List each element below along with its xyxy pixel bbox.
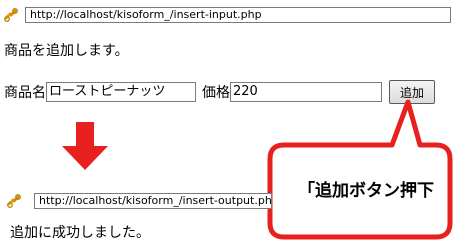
top-address-bar: http://localhost/kisoform_/insert-input.…	[3, 6, 451, 24]
url-input[interactable]: http://localhost/kisoform_/insert-output…	[34, 193, 272, 209]
input-page-message: 商品を追加します。	[4, 43, 129, 59]
product-name-input[interactable]: ローストピーナッツ	[46, 82, 196, 102]
product-name-label: 商品名	[4, 85, 46, 101]
bottom-address-bar: http://localhost/kisoform_/insert-output…	[6, 192, 272, 210]
callout-balloon	[267, 99, 453, 240]
link-icon	[3, 7, 19, 23]
price-label: 価格	[202, 85, 230, 101]
callout-text: 「追加ボタン押下	[298, 181, 434, 201]
link-icon	[6, 193, 22, 209]
url-input[interactable]: http://localhost/kisoform_/insert-input.…	[25, 7, 451, 23]
output-page-message: 追加に成功しました。	[10, 225, 150, 241]
down-arrow-icon	[62, 122, 108, 170]
